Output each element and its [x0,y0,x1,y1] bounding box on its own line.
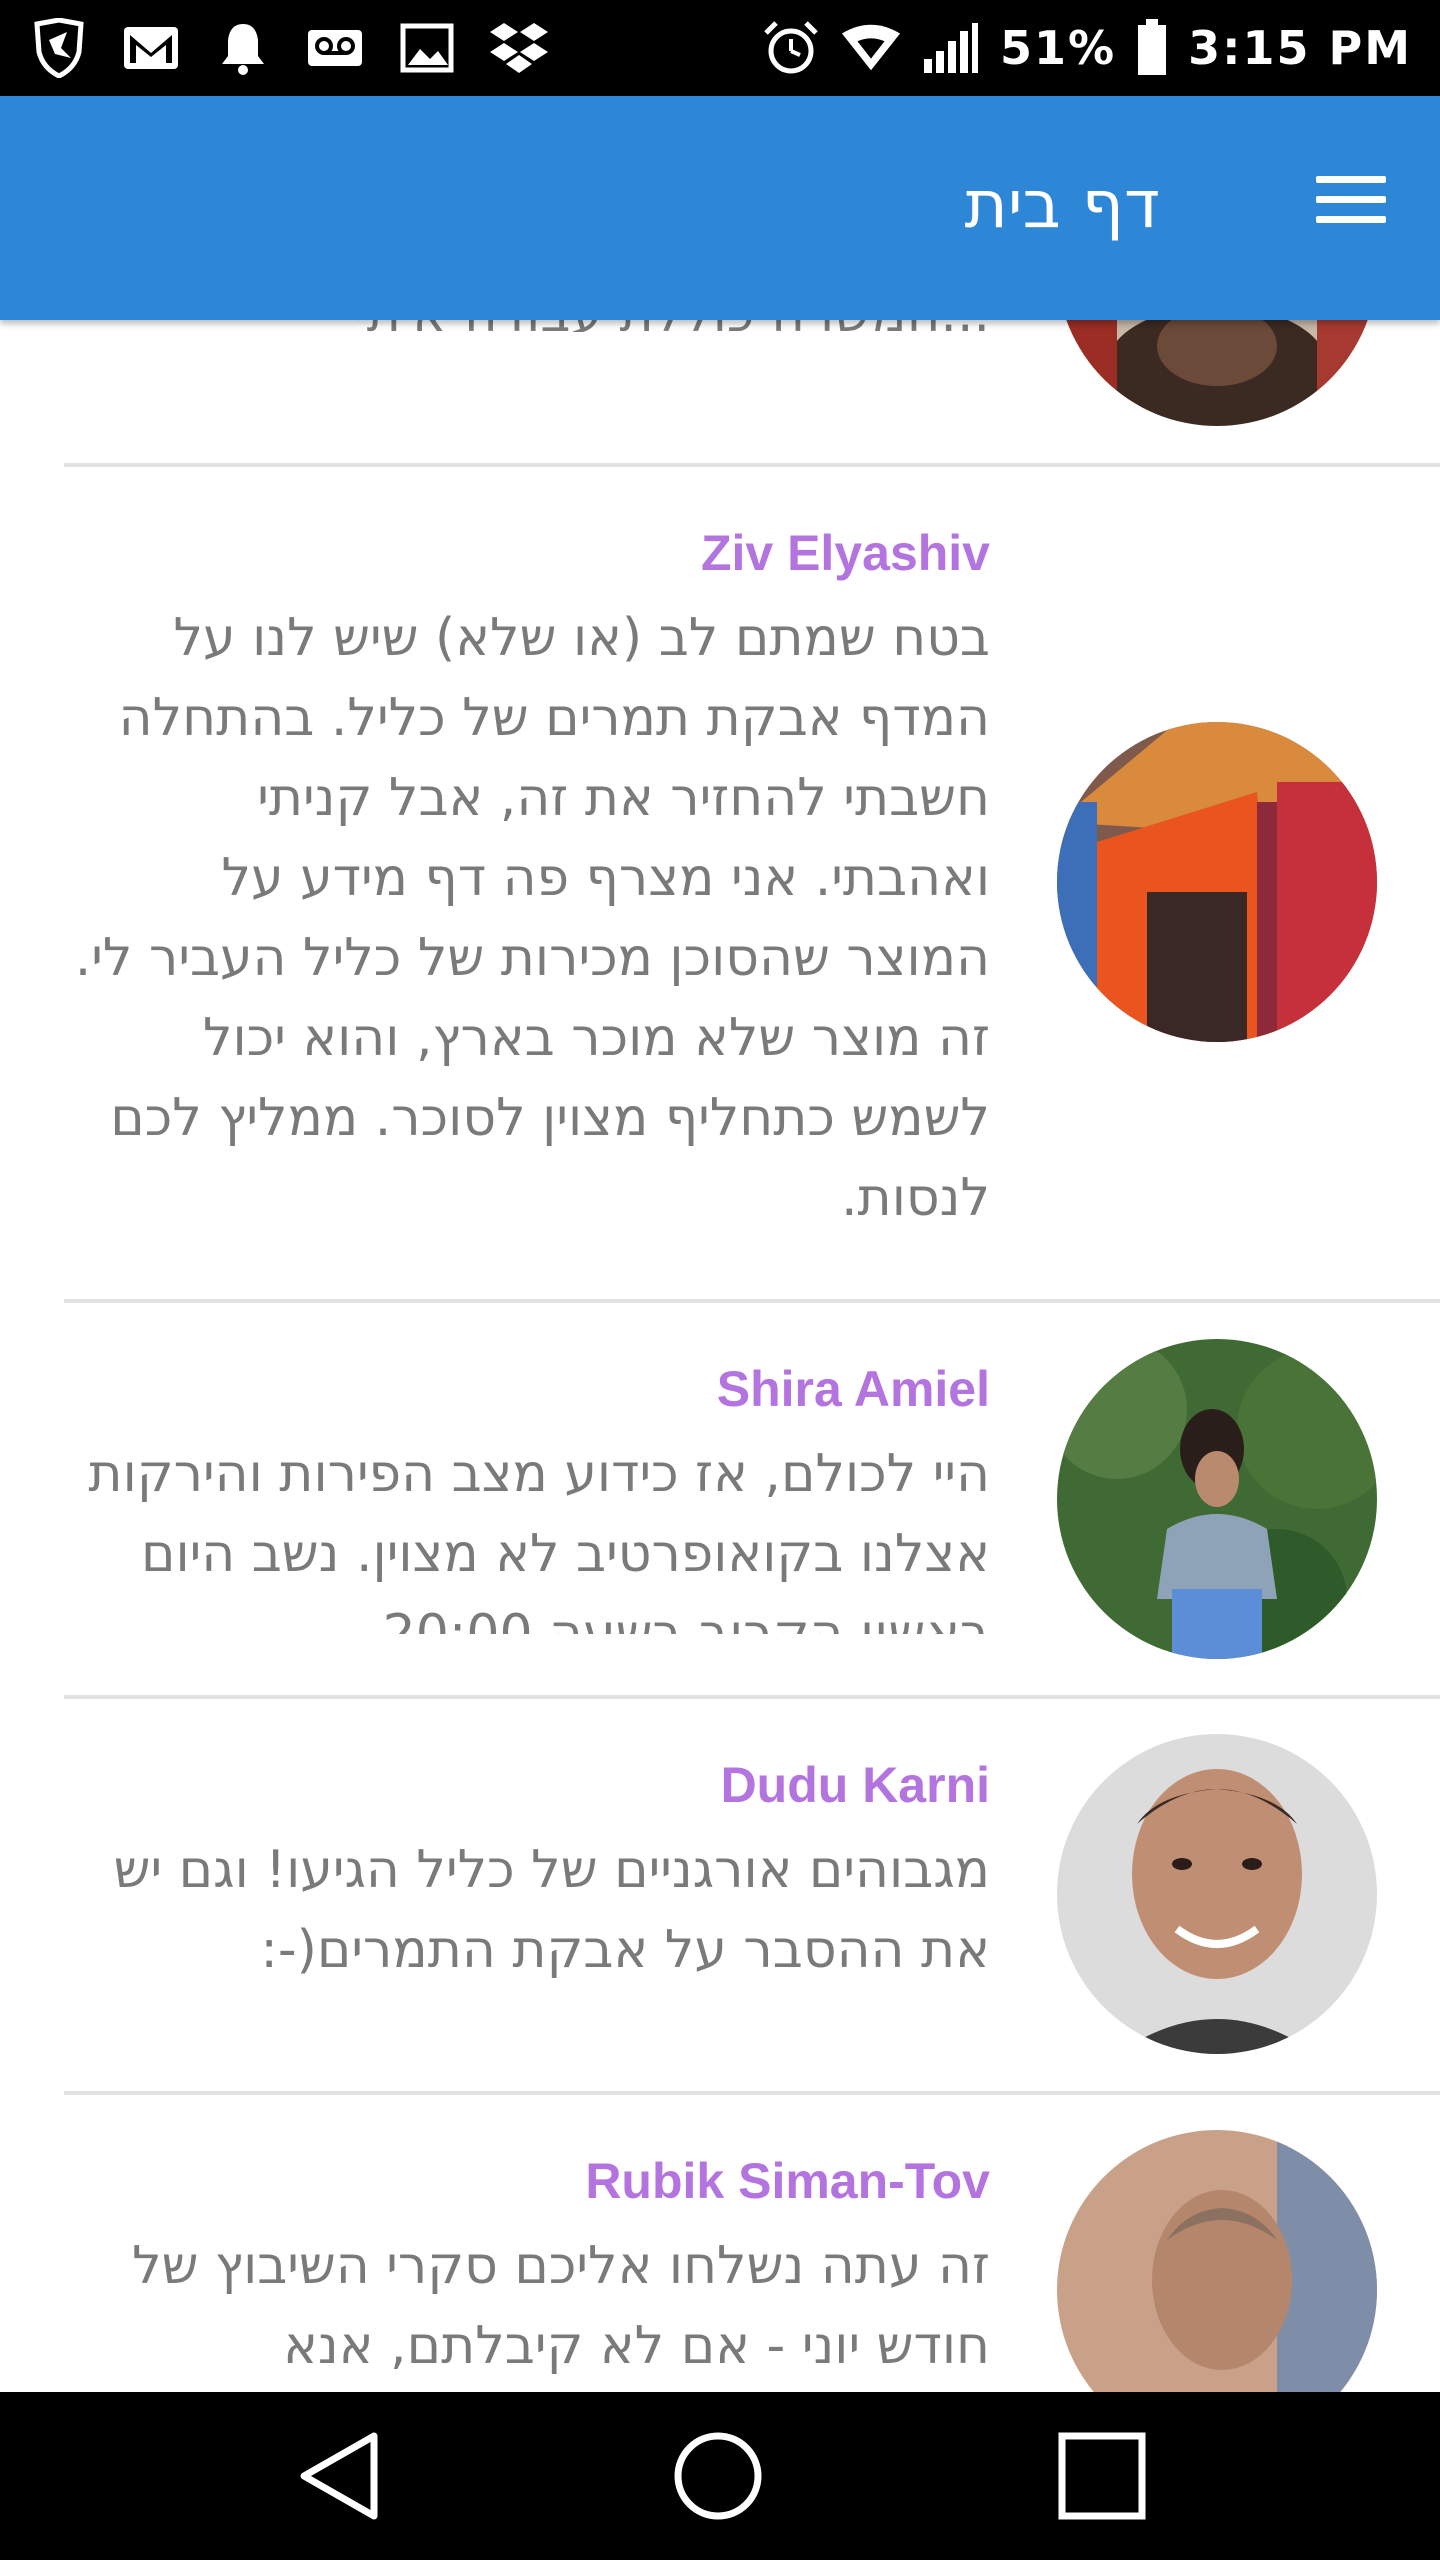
status-bar: 51% 3:15 PM [0,0,1440,96]
post-author[interactable]: Ziv Elyashiv [701,524,990,582]
post-message: בטח שמתם לב (או שלא) שיש לנו על המדף אבק… [74,608,990,1228]
post-message: מגבוהים אורגניים של כליל הגיעו! וגם יש א… [113,1840,990,1980]
post-message: ...המשרה כוללת עבודה איתי [70,320,990,332]
page-title: דף בית [964,166,1160,243]
avatar[interactable] [1057,722,1377,1042]
app-shield-icon [28,17,90,79]
post-divider [64,1299,1440,1303]
status-bar-notifications [28,14,550,82]
wifi-icon [840,17,902,79]
battery-icon [1134,17,1170,79]
post-divider [64,2091,1440,2095]
feed-scroll-area[interactable]: ...המשרה כוללת עבודה איתי Ziv Elyashiv ב… [0,320,1440,2392]
clock: 3:15 PM [1188,21,1412,75]
post-author[interactable]: Dudu Karni [721,1756,990,1814]
gallery-icon [396,17,458,79]
navigation-bar [0,2392,1440,2560]
post-author[interactable]: Rubik Siman-Tov [585,2152,990,2210]
battery-percentage: 51% [999,21,1117,75]
dropbox-icon [488,17,550,79]
app-bar: דף בית [0,96,1440,320]
avatar[interactable] [1057,1734,1377,2054]
avatar[interactable] [1057,1339,1377,1659]
alarm-icon [760,17,822,79]
post-message: זה עתה נשלחו אליכם סקרי השיבוץ של חודש י… [132,2236,990,2376]
post-message: היי לכולם, אז כידוע מצב הפירות והירקות א… [88,1444,990,1634]
home-circle-icon[interactable] [668,2426,778,2526]
hamburger-menu-icon[interactable] [1316,176,1386,236]
post-divider [64,463,1440,467]
notification-bell-icon [212,17,274,79]
recents-square-icon[interactable] [1052,2426,1162,2526]
back-triangle-icon[interactable] [290,2426,400,2526]
post-divider [64,1695,1440,1699]
avatar [1057,320,1377,426]
avatar[interactable] [1057,2130,1377,2392]
status-bar-system: 51% 3:15 PM [760,14,1412,82]
cell-signal-icon [920,17,982,79]
post-author[interactable]: Shira Amiel [717,1360,990,1418]
gmail-icon [120,17,182,79]
voicemail-icon [304,17,366,79]
